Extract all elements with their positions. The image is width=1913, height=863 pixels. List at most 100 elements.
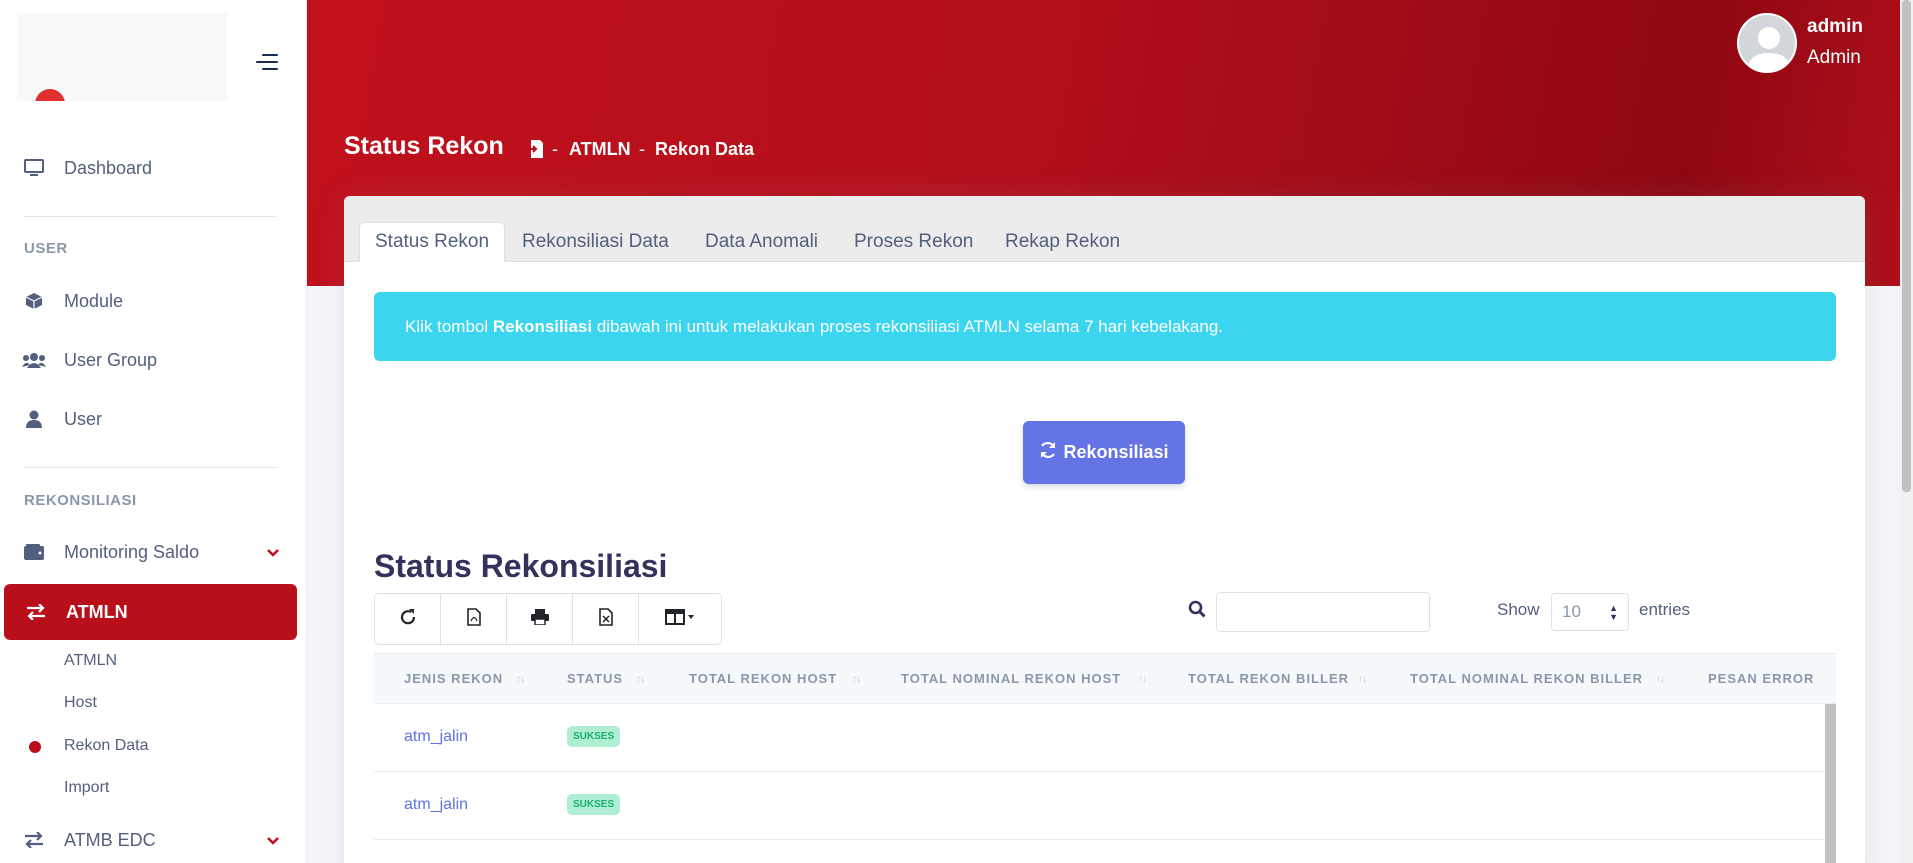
section-title: Status Rekonsiliasi bbox=[374, 548, 668, 584]
sort-icon: ↑↓ bbox=[1138, 674, 1147, 685]
sidebar-item-label: User bbox=[64, 408, 103, 429]
sidebar: Dashboard USER Module User Group User RE… bbox=[0, 0, 307, 863]
active-dot-icon bbox=[29, 741, 41, 753]
sidebar-item-label: Module bbox=[64, 290, 124, 311]
breadcrumb-separator: - bbox=[639, 139, 645, 159]
sort-icon: ↑↓ bbox=[852, 674, 861, 685]
print-button[interactable] bbox=[507, 594, 573, 644]
sidebar-item-label: Dashboard bbox=[64, 157, 153, 178]
rekonsiliasi-button-label: Rekonsiliasi bbox=[1063, 442, 1169, 462]
sidebar-toggle-button[interactable] bbox=[252, 52, 278, 72]
column-header-total-nominal-rekon-host[interactable]: TOTAL NOMINAL REKON HOST bbox=[901, 671, 1121, 686]
tab-data-anomali[interactable]: Data Anomali bbox=[690, 222, 833, 262]
user-name[interactable]: admin bbox=[1807, 16, 1863, 38]
user-icon bbox=[22, 409, 46, 429]
file-excel-icon bbox=[598, 607, 613, 631]
table-toolbar bbox=[374, 593, 722, 645]
entries-select[interactable]: 10 ▲ ▼ bbox=[1551, 593, 1629, 631]
table-header: JENIS REKON ↑↓ STATUS ↑↓ TOTAL REKON HOS… bbox=[374, 653, 1836, 704]
sync-icon bbox=[1039, 441, 1057, 464]
users-icon bbox=[22, 350, 46, 370]
sidebar-divider bbox=[24, 467, 277, 468]
window-scrollbar[interactable] bbox=[1900, 0, 1913, 863]
main-card: Status Rekon Rekonsiliasi Data Data Anom… bbox=[344, 196, 1865, 863]
alert-text-bold: Rekonsiliasi bbox=[492, 316, 593, 336]
sidebar-item-label: User Group bbox=[64, 349, 158, 370]
sidebar-item-label: Monitoring Saldo bbox=[64, 541, 200, 562]
alert-text-suffix: dibawah ini untuk melakukan proses rekon… bbox=[592, 316, 1223, 336]
sidebar-section-rekonsiliasi: REKONSILIASI bbox=[24, 492, 137, 509]
column-header-pesan-error[interactable]: PESAN ERROR bbox=[1708, 671, 1814, 686]
column-header-total-rekon-biller[interactable]: TOTAL REKON BILLER bbox=[1188, 671, 1349, 686]
search-icon bbox=[1188, 600, 1206, 623]
brand-logo[interactable] bbox=[17, 13, 227, 101]
sidebar-subitem-atmln[interactable]: ATMLN bbox=[64, 652, 117, 670]
sort-icon: ↑↓ bbox=[516, 674, 525, 685]
search-input[interactable] bbox=[1216, 592, 1430, 632]
sort-icon: ↑↓ bbox=[1358, 674, 1367, 685]
sidebar-section-user: USER bbox=[24, 240, 68, 257]
sort-arrows-icon: ▲ ▼ bbox=[1609, 603, 1618, 622]
tab-proses-rekon[interactable]: Proses Rekon bbox=[839, 222, 988, 262]
sidebar-subitem-host[interactable]: Host bbox=[64, 694, 97, 712]
tab-rekonsiliasi-data[interactable]: Rekonsiliasi Data bbox=[507, 222, 684, 262]
user-role: Admin bbox=[1807, 47, 1861, 68]
refresh-button[interactable] bbox=[375, 594, 441, 644]
sidebar-item-module[interactable]: Module bbox=[0, 279, 307, 323]
page-title: Status Rekon bbox=[344, 132, 504, 160]
cell-jenis-rekon[interactable]: atm_jalin bbox=[404, 728, 468, 746]
columns-toggle-button[interactable] bbox=[639, 594, 721, 644]
scrollbar-thumb[interactable] bbox=[1902, 0, 1911, 492]
sidebar-subitem-import[interactable]: Import bbox=[64, 779, 109, 797]
sidebar-item-label: ATMB EDC bbox=[64, 829, 156, 850]
exchange-icon bbox=[24, 604, 48, 620]
column-header-total-rekon-host[interactable]: TOTAL REKON HOST bbox=[689, 671, 837, 686]
alert-text-prefix: Klik tombol bbox=[405, 316, 493, 336]
chevron-down-icon bbox=[267, 832, 279, 850]
show-label: Show bbox=[1497, 600, 1540, 619]
sort-icon: ↑↓ bbox=[636, 674, 645, 685]
breadcrumb-separator: - bbox=[552, 139, 558, 159]
logo-mark bbox=[35, 89, 65, 101]
sidebar-item-label: ATMLN bbox=[66, 601, 128, 622]
export-pdf-button[interactable] bbox=[441, 594, 507, 644]
sidebar-item-dashboard[interactable]: Dashboard bbox=[0, 146, 307, 190]
sort-icon: ↑↓ bbox=[1656, 674, 1665, 685]
column-header-status[interactable]: STATUS bbox=[567, 671, 623, 686]
sidebar-divider bbox=[24, 216, 277, 217]
exchange-icon bbox=[22, 830, 46, 850]
sidebar-item-atmb-edc[interactable]: ATMB EDC bbox=[0, 818, 307, 862]
table-scrollbar[interactable] bbox=[1825, 704, 1836, 863]
column-header-total-nominal-rekon-biller[interactable]: TOTAL NOMINAL REKON BILLER bbox=[1410, 671, 1643, 686]
sidebar-item-user-group[interactable]: User Group bbox=[0, 338, 307, 382]
status-badge: SUKSES bbox=[567, 726, 621, 747]
entries-select-value: 10 bbox=[1562, 602, 1581, 621]
sidebar-item-atmln[interactable]: ATMLN bbox=[4, 584, 297, 640]
print-icon bbox=[530, 608, 549, 630]
tab-status-rekon[interactable]: Status Rekon bbox=[359, 222, 506, 262]
column-header-jenis-rekon[interactable]: JENIS REKON bbox=[404, 671, 503, 686]
sidebar-subitem-rekon-data[interactable]: Rekon Data bbox=[64, 737, 149, 755]
cell-jenis-rekon[interactable]: atm_jalin bbox=[404, 796, 468, 814]
breadcrumb-item-atmln[interactable]: ATMLN bbox=[569, 139, 631, 160]
table-row: atm_jalin SUKSES bbox=[374, 772, 1824, 840]
chevron-down-icon bbox=[267, 544, 279, 562]
breadcrumb-item-rekon-data: Rekon Data bbox=[655, 139, 755, 159]
tab-rekap-rekon[interactable]: Rekap Rekon bbox=[990, 222, 1135, 262]
file-pdf-icon bbox=[466, 607, 481, 631]
sidebar-item-user[interactable]: User bbox=[0, 397, 307, 441]
rekonsiliasi-button[interactable]: Rekonsiliasi bbox=[1023, 421, 1185, 484]
columns-icon bbox=[665, 608, 695, 630]
sidebar-item-monitoring-saldo[interactable]: Monitoring Saldo bbox=[0, 530, 307, 574]
info-alert: Klik tombol Rekonsiliasi dibawah ini unt… bbox=[374, 292, 1836, 361]
monitor-icon bbox=[22, 158, 46, 178]
wallet-icon bbox=[22, 542, 46, 562]
entries-label: entries bbox=[1639, 600, 1691, 619]
export-excel-button[interactable] bbox=[573, 594, 639, 644]
status-badge: SUKSES bbox=[567, 794, 621, 815]
avatar[interactable] bbox=[1737, 13, 1797, 73]
tab-bar: Status Rekon Rekonsiliasi Data Data Anom… bbox=[344, 196, 1865, 262]
refresh-icon bbox=[399, 608, 417, 631]
table-row: atm_jalin SUKSES bbox=[374, 704, 1824, 772]
sign-in-icon[interactable] bbox=[526, 139, 544, 164]
